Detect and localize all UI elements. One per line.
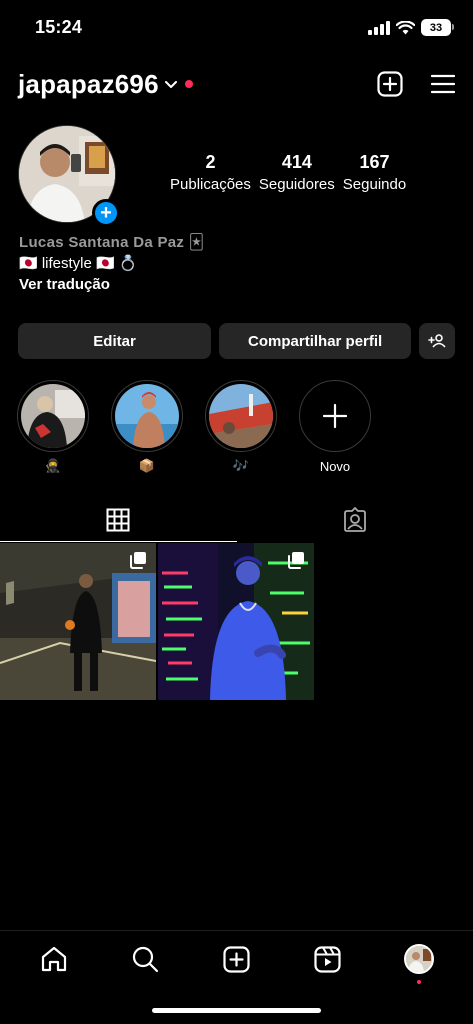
stat-following[interactable]: 167 Seguindo <box>343 152 406 193</box>
carousel-icon <box>288 552 304 569</box>
status-time: 15:24 <box>35 17 83 37</box>
profile-header: japapaz696 <box>18 64 455 104</box>
status-icons: 33 <box>368 19 454 36</box>
bio-text: 🇯🇵 lifestyle 🇯🇵 💍 <box>19 255 138 272</box>
home-indicator[interactable] <box>152 1008 321 1013</box>
carousel-icon <box>130 552 146 569</box>
username[interactable]: japapaz696 <box>18 69 159 100</box>
highlight-label: 🎶 <box>232 458 250 473</box>
highlight-ring <box>111 380 183 452</box>
post-thumbnail[interactable] <box>158 543 314 700</box>
wifi-icon <box>396 20 415 34</box>
profile-bio: Lucas Santana Da Paz 🃏 🇯🇵 lifestyle 🇯🇵 💍… <box>19 233 204 293</box>
stat-label: Seguidores <box>258 176 335 193</box>
highlight-cover <box>115 384 179 448</box>
battery-indicator: 33 <box>421 19 454 36</box>
highlight-item[interactable]: 📦 <box>110 380 184 480</box>
tab-posts-grid[interactable] <box>0 496 237 544</box>
profile-summary: + 2 Publicações 414 Seguidores 167 Segui… <box>18 125 455 227</box>
highlight-item[interactable]: 🥷 <box>16 380 90 480</box>
new-highlight-button[interactable] <box>299 380 371 452</box>
posts-grid <box>0 543 473 700</box>
plus-square-icon <box>377 71 403 97</box>
nav-search[interactable] <box>121 944 169 974</box>
notification-dot <box>417 980 422 984</box>
add-story-button[interactable]: + <box>92 199 120 227</box>
nav-create[interactable] <box>212 944 260 974</box>
plus-square-icon <box>223 945 250 973</box>
nav-reels[interactable] <box>304 944 352 974</box>
notification-dot <box>184 80 193 88</box>
plus-icon <box>322 403 348 429</box>
highlight-label: 🥷 <box>44 458 62 473</box>
plus-icon: + <box>100 202 112 224</box>
hamburger-menu-icon <box>431 74 455 94</box>
add-person-icon <box>428 334 446 348</box>
stat-posts[interactable]: 2 Publicações <box>170 152 251 193</box>
nav-profile[interactable] <box>395 944 443 984</box>
signal-icon <box>368 20 390 35</box>
highlight-ring <box>205 380 277 452</box>
highlight-item[interactable]: 🎶 <box>204 380 278 480</box>
story-highlights: 🥷 📦 🎶 Novo <box>16 380 473 480</box>
stat-value: 2 <box>205 152 216 172</box>
nav-home[interactable] <box>30 944 78 974</box>
stat-label: Publicações <box>170 176 251 193</box>
profile-avatar-icon <box>404 944 435 974</box>
tab-tagged[interactable] <box>237 496 473 544</box>
translate-link[interactable]: Ver tradução <box>19 276 204 293</box>
highlight-label: 📦 <box>138 458 156 473</box>
create-post-button[interactable] <box>377 71 403 97</box>
new-highlight[interactable]: Novo <box>298 380 372 480</box>
status-bar: 15:24 33 <box>0 0 473 56</box>
edit-profile-button[interactable]: Editar <box>18 323 212 359</box>
highlight-ring <box>17 380 89 452</box>
highlight-cover <box>21 384 85 448</box>
profile-actions: Editar Compartilhar perfil <box>18 323 455 359</box>
stat-label: Seguindo <box>342 176 407 193</box>
grid-icon <box>106 508 130 532</box>
post-thumbnail[interactable] <box>0 543 156 700</box>
reels-icon <box>314 945 341 973</box>
share-profile-button[interactable]: Compartilhar perfil <box>219 323 412 359</box>
profile-avatar[interactable]: + <box>18 125 120 227</box>
stat-value: 414 <box>281 152 312 172</box>
stat-value: 167 <box>359 152 390 172</box>
chevron-down-icon[interactable] <box>164 81 177 89</box>
tagged-user-icon <box>343 507 366 532</box>
search-icon <box>132 946 159 973</box>
profile-tabs <box>0 496 473 544</box>
menu-button[interactable] <box>431 74 455 94</box>
highlight-cover <box>209 384 273 448</box>
new-highlight-label: Novo <box>319 458 351 474</box>
stat-followers[interactable]: 414 Seguidores <box>259 152 335 193</box>
home-icon <box>41 946 66 972</box>
discover-people-button[interactable] <box>419 323 455 359</box>
bio-name: Lucas Santana Da Paz 🃏 <box>19 234 205 251</box>
profile-stats: 2 Publicações 414 Seguidores 167 Seguind… <box>170 152 414 193</box>
